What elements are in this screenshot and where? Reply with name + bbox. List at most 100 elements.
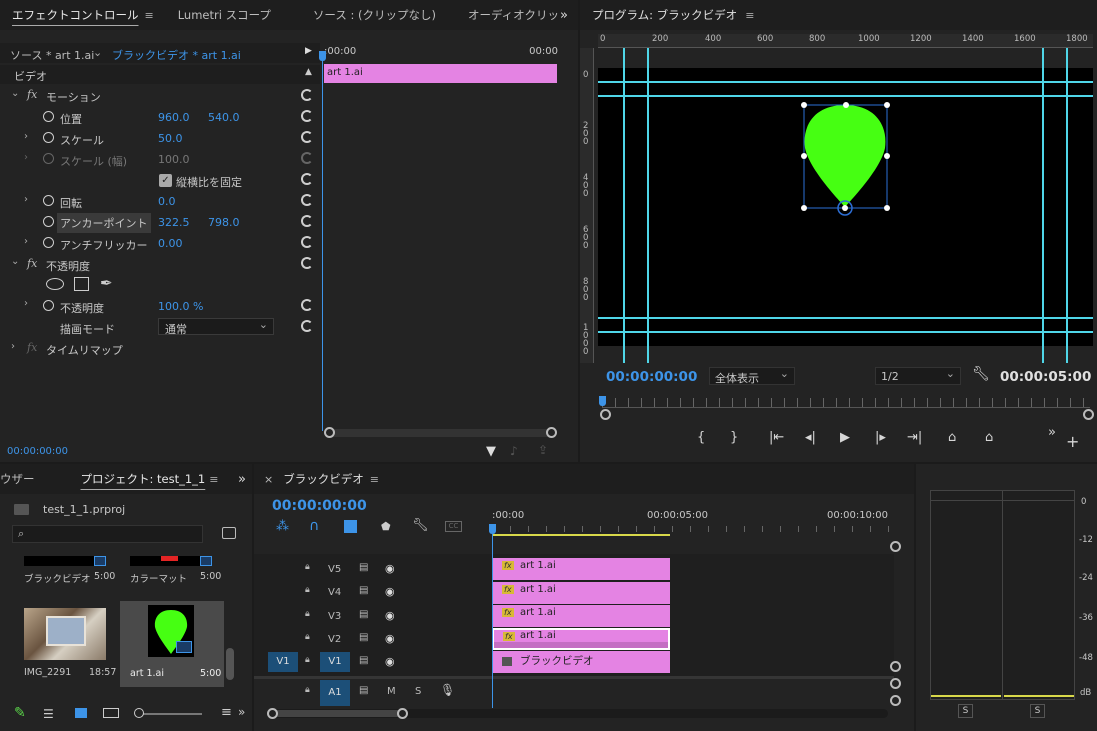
rectangle-mask-icon[interactable] xyxy=(74,277,89,291)
tab-menu-icon[interactable]: ≡ xyxy=(370,473,379,486)
guide-horizontal[interactable] xyxy=(598,81,1093,83)
mini-playhead[interactable] xyxy=(322,51,323,431)
playhead-handle-icon[interactable] xyxy=(599,396,606,406)
stopwatch-icon[interactable] xyxy=(43,300,54,311)
stopwatch-icon[interactable] xyxy=(43,216,54,227)
transform-handle[interactable] xyxy=(884,205,890,211)
chevron-right-icon[interactable]: › xyxy=(24,131,28,142)
marker-icon[interactable]: ⬟ xyxy=(381,520,391,533)
chevron-right-icon[interactable]: › xyxy=(24,298,28,309)
eye-icon[interactable]: ◉ xyxy=(385,562,395,575)
source-label[interactable]: ソース * art 1.ai xyxy=(10,47,94,63)
guide-horizontal[interactable] xyxy=(598,331,1093,333)
chevron-down-icon[interactable]: ⌄ xyxy=(11,88,19,99)
timeline-scroll-thumb[interactable] xyxy=(273,710,401,717)
lock-icon[interactable]: 🔒︎ xyxy=(305,585,310,595)
playhead-handle-icon[interactable] xyxy=(319,51,326,61)
lock-icon[interactable]: 🔒︎ xyxy=(305,562,310,572)
wrench-icon[interactable]: 🔧︎ xyxy=(412,518,429,533)
chevron-down-icon[interactable]: ⌄ xyxy=(11,256,19,267)
program-scrubber[interactable] xyxy=(602,398,1090,408)
resolution-dropdown[interactable]: 1/2 ⌄ xyxy=(875,367,961,385)
wrench-icon[interactable]: 🔧︎ xyxy=(972,366,990,382)
transform-handle[interactable] xyxy=(884,102,890,108)
fit-dropdown[interactable]: 全体表示 ⌄ xyxy=(709,367,795,385)
solo-button[interactable]: S xyxy=(415,686,421,697)
lock-icon[interactable]: 🔒︎ xyxy=(305,609,310,619)
tab-menu-icon[interactable]: ≡ xyxy=(145,9,154,22)
chevron-right-icon[interactable]: › xyxy=(11,341,15,352)
eye-icon[interactable]: ◉ xyxy=(385,585,395,598)
transform-handle[interactable] xyxy=(801,153,807,159)
scroll-handle-right[interactable] xyxy=(890,678,901,689)
track-label[interactable]: V3 xyxy=(328,611,341,622)
scroll-handle-left[interactable] xyxy=(267,708,278,719)
linked-selection-icon[interactable] xyxy=(344,520,357,533)
film-icon[interactable]: ▤ xyxy=(359,685,368,696)
project-item-selected[interactable]: art 1.ai 5:00 xyxy=(120,601,224,687)
mark-out-button[interactable]: } xyxy=(730,430,738,445)
search-input[interactable]: ⌕ xyxy=(12,525,203,543)
film-icon[interactable]: ▤ xyxy=(359,655,368,666)
zoom-slider[interactable] xyxy=(140,713,202,715)
stopwatch-icon[interactable] xyxy=(43,195,54,206)
stopwatch-icon[interactable] xyxy=(43,237,54,248)
track-label[interactable]: V2 xyxy=(328,634,341,645)
film-icon[interactable]: ▤ xyxy=(359,562,368,573)
reset-icon[interactable] xyxy=(301,299,313,311)
checkbox-checked-icon[interactable]: ✓ xyxy=(159,174,172,187)
filter-icon[interactable]: ▼ xyxy=(486,444,496,459)
scroll-handle-right[interactable] xyxy=(1083,409,1094,420)
track-label[interactable]: V4 xyxy=(328,587,341,598)
reset-icon[interactable] xyxy=(301,257,313,269)
blend-mode-dropdown[interactable]: 通常 ⌄ xyxy=(158,318,274,336)
transform-handle[interactable] xyxy=(801,205,807,211)
sequence-label[interactable]: ブラックビデオ * art 1.ai xyxy=(112,47,241,63)
guide-horizontal[interactable] xyxy=(598,95,1093,97)
tab-effect-controls[interactable]: エフェクトコントロール xyxy=(0,7,151,23)
collapse-up-icon[interactable]: ▲ xyxy=(305,67,312,77)
scroll-handle-left[interactable] xyxy=(600,409,611,420)
mute-button[interactable]: M xyxy=(387,686,396,697)
tab-source[interactable]: ソース : (クリップなし) xyxy=(301,7,448,23)
play-arrow-icon[interactable]: ▶ xyxy=(305,46,312,56)
microphone-icon[interactable]: 🎙︎ xyxy=(440,683,455,697)
transform-handle[interactable] xyxy=(884,153,890,159)
pencil-icon[interactable]: ✎ xyxy=(14,705,26,721)
chevron-down-icon[interactable]: ⌄ xyxy=(93,46,102,59)
chevron-right-icon[interactable]: › xyxy=(24,152,28,163)
overflow-icon[interactable]: » xyxy=(238,705,245,719)
nest-icon[interactable]: ⁂ xyxy=(276,519,289,534)
eye-icon[interactable]: ◉ xyxy=(385,609,395,622)
mini-clip[interactable]: art 1.ai xyxy=(324,64,557,83)
reset-icon[interactable] xyxy=(301,173,313,185)
step-back-button[interactable]: ◂| xyxy=(805,430,816,445)
solo-right-button[interactable]: S xyxy=(1030,704,1045,718)
freeform-view-icon[interactable] xyxy=(103,708,119,718)
overflow-icon[interactable]: » xyxy=(238,472,246,487)
tab-lumetri[interactable]: Lumetri スコープ xyxy=(166,7,283,23)
stopwatch-icon[interactable] xyxy=(43,111,54,122)
play-button[interactable]: ▶ xyxy=(840,430,850,445)
reset-icon[interactable] xyxy=(301,131,313,143)
overflow-icon[interactable]: » xyxy=(560,8,568,23)
program-timecode[interactable]: 00:00:00:00 xyxy=(606,369,697,385)
playhead-handle-icon[interactable] xyxy=(489,524,496,534)
project-item[interactable]: ブラックビデオ 5:00 xyxy=(14,556,116,596)
project-scrollbar[interactable] xyxy=(226,648,234,680)
lock-icon[interactable]: 🔒︎ xyxy=(305,632,310,642)
fx-icon[interactable]: fx xyxy=(27,88,37,101)
timeline-clip[interactable]: fx art 1.ai xyxy=(492,605,670,627)
add-button-icon[interactable]: + xyxy=(1066,432,1079,451)
transform-handle[interactable] xyxy=(842,205,848,211)
timeline-clip[interactable]: fx art 1.ai xyxy=(492,582,670,604)
tab-menu-icon[interactable]: ≡ xyxy=(209,473,218,486)
sort-icon[interactable]: ≡ xyxy=(221,705,232,720)
film-icon[interactable]: ▤ xyxy=(359,609,368,620)
go-to-out-button[interactable]: ⇥| xyxy=(907,430,922,445)
project-item[interactable]: カラーマット 5:00 xyxy=(120,556,222,596)
scroll-handle-right[interactable] xyxy=(546,427,557,438)
drop-shape[interactable] xyxy=(795,98,895,218)
chevron-right-icon[interactable]: › xyxy=(24,194,28,205)
reset-icon[interactable] xyxy=(301,236,313,248)
